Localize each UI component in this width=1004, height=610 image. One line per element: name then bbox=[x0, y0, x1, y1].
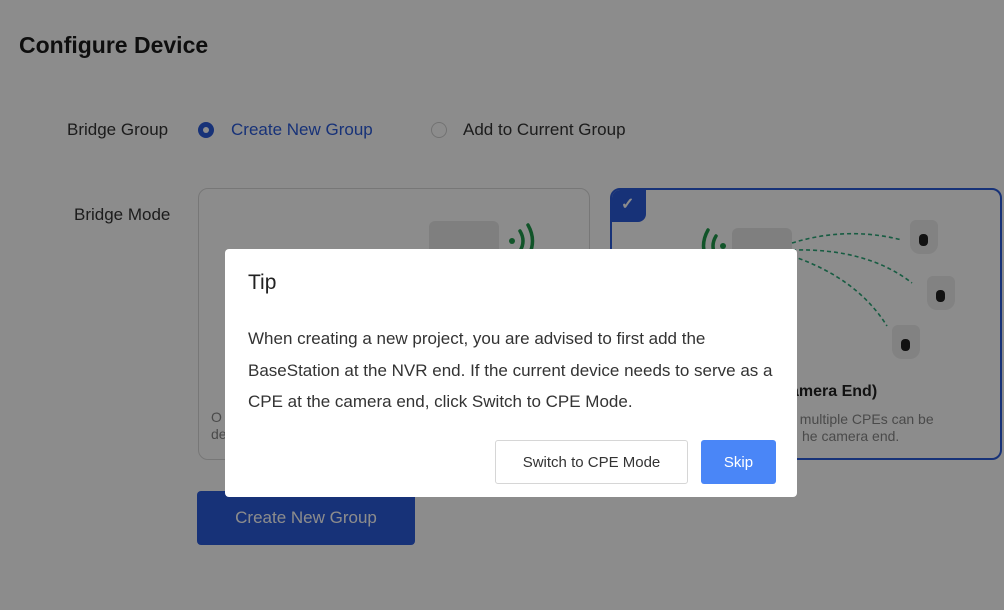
dialog-message: When creating a new project, you are adv… bbox=[248, 329, 773, 411]
switch-to-cpe-mode-button[interactable]: Switch to CPE Mode bbox=[495, 440, 688, 484]
tip-dialog: Tip When creating a new project, you are… bbox=[225, 249, 797, 497]
skip-button[interactable]: Skip bbox=[701, 440, 776, 484]
dialog-title: Tip bbox=[248, 271, 277, 294]
